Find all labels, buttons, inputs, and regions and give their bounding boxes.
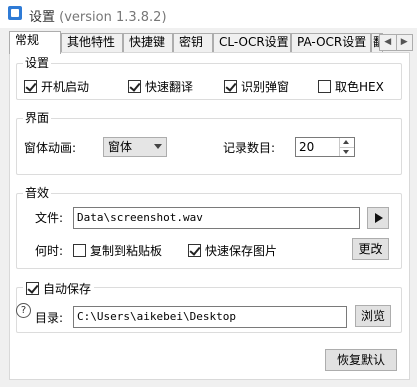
- tab-scroll-left-icon[interactable]: ◀: [380, 35, 396, 50]
- when-label: 何时:: [35, 244, 64, 258]
- file-label: 文件:: [35, 211, 64, 225]
- version-text: (version 1.3.8.2): [59, 10, 167, 25]
- autosave-group: 自动保存 目录: C:\Users\aikebei\Desktop 浏览: [16, 280, 402, 333]
- copy-clipboard-label: 复制到粘贴板: [90, 244, 163, 258]
- quick-save-checkbox[interactable]: 快速保存图片: [188, 242, 277, 259]
- interface-group: 界面 窗体动画: 窗体 记录数目: 20: [16, 111, 402, 175]
- color-hex-checkbox[interactable]: 取色HEX: [318, 78, 384, 95]
- sound-group-title: 音效: [23, 186, 52, 200]
- chevron-down-icon: [154, 144, 162, 149]
- startup-check-box[interactable]: [24, 80, 37, 93]
- autosave-check-box[interactable]: [26, 282, 39, 295]
- tab-hotkeys[interactable]: 快捷键: [123, 33, 173, 52]
- stepper-down-icon[interactable]: [340, 146, 354, 157]
- browse-button[interactable]: 浏览: [355, 305, 391, 327]
- records-label: 记录数目:: [223, 141, 276, 155]
- animation-label: 窗体动画:: [24, 141, 77, 155]
- quick-translate-check-box[interactable]: [128, 80, 141, 93]
- tab-general[interactable]: 常规: [9, 31, 61, 54]
- animation-select[interactable]: 窗体: [103, 137, 167, 157]
- recognize-popup-check-box[interactable]: [224, 80, 237, 93]
- stepper-up-icon[interactable]: [340, 138, 354, 147]
- records-value: 20: [299, 140, 315, 154]
- autosave-dir-field[interactable]: C:\Users\aikebei\Desktop: [73, 306, 347, 328]
- tab-cl-ocr[interactable]: CL-OCR设置: [213, 33, 291, 52]
- play-icon[interactable]: [367, 207, 389, 229]
- tab-pa-ocr[interactable]: PA-OCR设置: [291, 33, 371, 52]
- sound-file-field[interactable]: Data\screenshot.wav: [73, 207, 360, 229]
- window-title: 设置 (version 1.3.8.2): [29, 6, 167, 25]
- interface-group-title: 界面: [23, 111, 52, 125]
- copy-clipboard-checkbox[interactable]: 复制到粘贴板: [73, 242, 162, 259]
- app-icon: [8, 6, 22, 20]
- general-panel: 设置 开机启动 快速翻译 识别弹窗 取色HEX 界面 窗体动画: 窗体 记录数目…: [9, 52, 410, 380]
- window-title-text: 设置: [29, 10, 56, 25]
- tab-strip: 常规 其他特性 快捷键 密钥 CL-OCR设置 PA-OCR设置 翻 ◀ ▶: [9, 31, 413, 54]
- autosave-title: 自动保存: [43, 282, 92, 296]
- settings-group: 设置 开机启动 快速翻译 识别弹窗 取色HEX: [16, 56, 402, 100]
- stepper-buttons: [339, 138, 354, 156]
- quick-save-label: 快速保存图片: [205, 244, 278, 258]
- title-bar: 设置 (version 1.3.8.2): [0, 0, 417, 28]
- dir-label: 目录:: [35, 311, 64, 325]
- tab-scroll-buttons: ◀ ▶: [379, 34, 413, 51]
- startup-checkbox[interactable]: 开机启动: [24, 78, 89, 95]
- startup-label: 开机启动: [41, 80, 90, 94]
- settings-window: 设置 (version 1.3.8.2) 常规 其他特性 快捷键 密钥 CL-O…: [0, 0, 417, 387]
- change-button[interactable]: 更改: [352, 238, 389, 260]
- tab-keys[interactable]: 密钥: [173, 33, 213, 52]
- tab-other-features[interactable]: 其他特性: [61, 33, 123, 52]
- records-stepper[interactable]: 20: [295, 137, 355, 157]
- quick-save-check-box[interactable]: [188, 244, 201, 257]
- recognize-popup-label: 识别弹窗: [241, 80, 290, 94]
- quick-translate-checkbox[interactable]: 快速翻译: [128, 78, 193, 95]
- tab-scroll-right-icon[interactable]: ▶: [395, 35, 413, 50]
- sound-group: 音效 文件: Data\screenshot.wav 何时: 复制到粘贴板 快速…: [16, 186, 402, 269]
- color-hex-label: 取色HEX: [335, 80, 384, 94]
- restore-defaults-button[interactable]: 恢复默认: [325, 349, 397, 371]
- color-hex-check-box[interactable]: [318, 80, 331, 93]
- animation-value: 窗体: [108, 140, 133, 154]
- settings-group-title: 设置: [23, 56, 52, 70]
- help-icon[interactable]: ?: [16, 303, 31, 318]
- copy-clipboard-check-box[interactable]: [73, 244, 86, 257]
- quick-translate-label: 快速翻译: [145, 80, 194, 94]
- autosave-checkbox[interactable]: 自动保存: [23, 280, 95, 297]
- recognize-popup-checkbox[interactable]: 识别弹窗: [224, 78, 289, 95]
